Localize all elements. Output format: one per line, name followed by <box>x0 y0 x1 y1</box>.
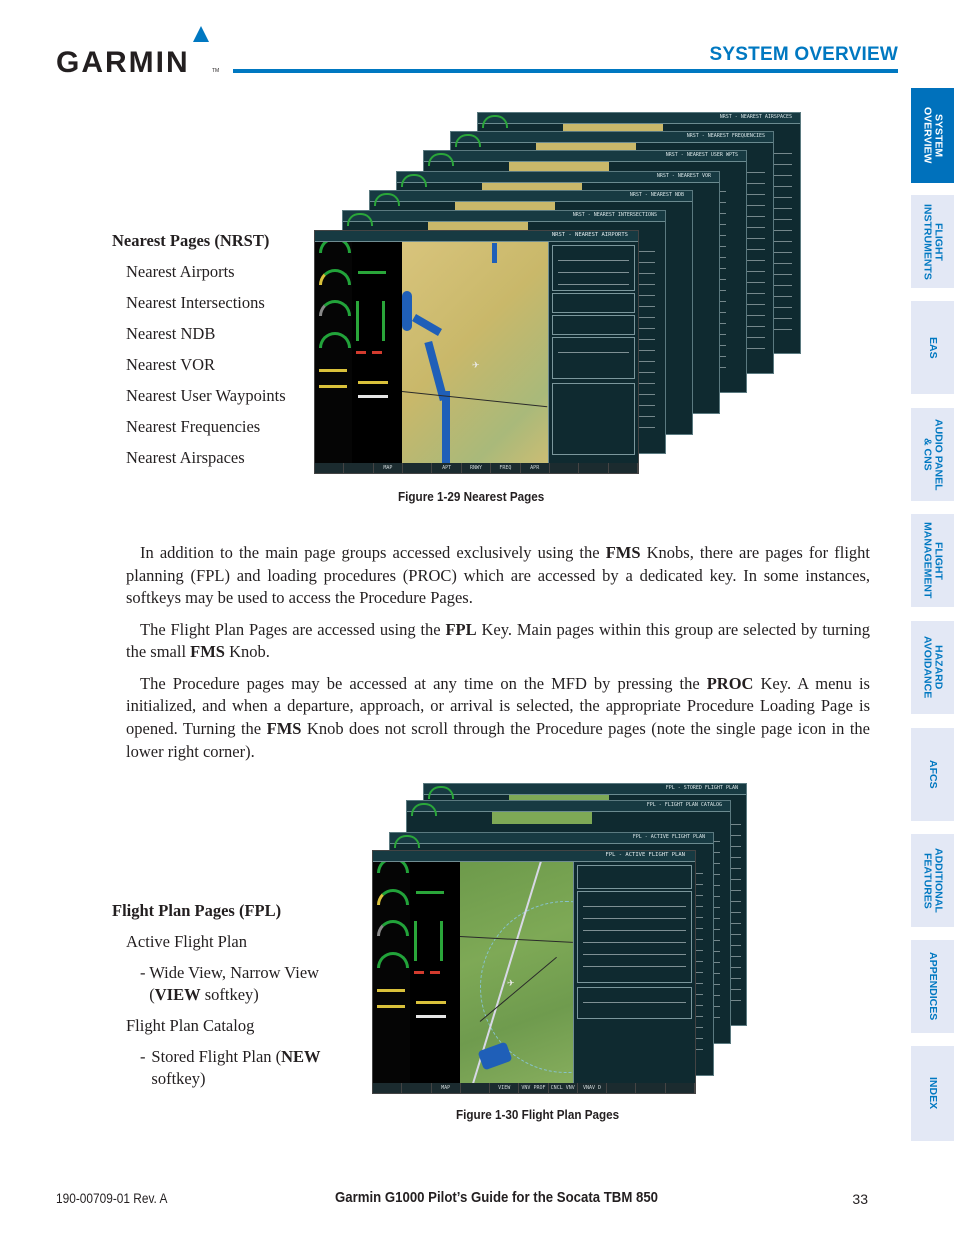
softkey-bar: MAP VIEW VNV PROF CNCL VNV VNAV D <box>373 1083 695 1093</box>
softkey <box>579 463 609 473</box>
paragraph-3: The Procedure pages may be accessed at a… <box>126 673 870 761</box>
document-number: 190-00709-01 Rev. A <box>56 1191 168 1206</box>
softkey-apt: APT <box>432 463 462 473</box>
figure-1-30-caption: Figure 1-30 Flight Plan Pages <box>456 1107 620 1122</box>
nearest-airports-panel <box>548 241 638 463</box>
softkey-rnwy: RNWY <box>461 463 492 473</box>
tab-appendices[interactable]: APPENDICES <box>911 940 954 1033</box>
flight-plan-pages-list: Flight Plan Pages (FPL) Active Flight Pl… <box>112 895 337 1094</box>
softkey <box>403 463 433 473</box>
paragraph-1: In addition to the main page groups acce… <box>126 543 870 608</box>
page-number: 33 <box>852 1191 868 1207</box>
list-item: Nearest Airports <box>126 262 235 281</box>
engine-indication-strip <box>373 851 411 1083</box>
softkey <box>344 463 374 473</box>
softkey <box>636 1083 666 1093</box>
engine-indication-strip <box>315 231 353 463</box>
navigation-map: ✈ <box>460 861 573 1083</box>
softkey <box>607 1083 637 1093</box>
softkey <box>665 1083 695 1093</box>
paragraph-2: The Flight Plan Pages are accessed using… <box>126 619 870 662</box>
nearest-pages-heading: Nearest Pages (NRST) <box>112 231 270 250</box>
logo-trademark: TM <box>212 68 220 74</box>
screen-active-flight-plan: ✈ FPL - ACTIVE FLIGHT PLAN MAP VIEW VNV … <box>372 850 696 1094</box>
document-title: Garmin G1000 Pilot’s Guide for the Socat… <box>335 1189 659 1206</box>
softkey-vnav-direct: VNAV D <box>577 1083 608 1093</box>
navigation-map: ✈ <box>402 241 548 463</box>
tab-afcs[interactable]: AFCS <box>911 728 954 821</box>
figure-1-29-caption: Figure 1-29 Nearest Pages <box>398 489 545 504</box>
tab-system-overview[interactable]: SYSTEM OVERVIEW <box>911 88 954 183</box>
tab-flight-management[interactable]: FLIGHT MANAGEMENT <box>911 514 954 607</box>
logo-text: GARMIN <box>56 46 190 79</box>
softkey <box>549 463 580 473</box>
softkey-map: MAP <box>373 463 404 473</box>
list-item: Nearest User Waypoints <box>126 386 286 405</box>
flight-plan-pages-heading: Flight Plan Pages (FPL) <box>112 901 282 920</box>
list-item: Nearest Intersections <box>126 293 265 312</box>
tab-flight-instruments[interactable]: FLIGHT INSTRUMENTS <box>911 195 954 288</box>
section-title: SYSTEM OVERVIEW <box>709 44 898 65</box>
aircraft-icon: ✈ <box>472 360 480 370</box>
logo-triangle-icon <box>193 26 209 42</box>
tab-audio-panel-cns[interactable]: AUDIO PANEL & CNS <box>911 408 954 501</box>
list-item: Active Flight Plan <box>126 932 247 951</box>
screen-title: NRST - NEAREST AIRPORTS <box>551 232 628 238</box>
list-subitem: - Stored Flight Plan (NEW softkey) <box>140 1047 321 1088</box>
softkey-bar: MAP APT RNWY FREQ APR <box>315 463 638 473</box>
softkey-vnv-prof: VNV PROF <box>519 1083 549 1093</box>
softkey <box>460 1083 491 1093</box>
softkey-apr: APR <box>520 463 550 473</box>
softkey-cncl-vnv: CNCL VNV <box>548 1083 578 1093</box>
softkey-freq: FREQ <box>491 463 521 473</box>
tab-hazard-avoidance[interactable]: HAZARD AVOIDANCE <box>911 621 954 714</box>
tab-additional-features[interactable]: ADDITIONAL FEATURES <box>911 834 954 927</box>
softkey <box>402 1083 432 1093</box>
screen-nearest-airports: ✈ NRST - NEAREST AIRPORTS MAP APT RNWY F… <box>314 230 639 474</box>
list-subitem: - Wide View, Narrow View (VIEW softkey) <box>140 963 320 1004</box>
list-item: Nearest NDB <box>126 324 216 343</box>
softkey <box>608 463 638 473</box>
list-item: Nearest Frequencies <box>126 417 261 436</box>
softkey-map: MAP <box>431 1083 461 1093</box>
aircraft-icon: ✈ <box>507 978 515 988</box>
garmin-logo: GARMIN TM <box>56 26 226 79</box>
system-indication-strip <box>352 231 403 463</box>
screen-title: FPL - ACTIVE FLIGHT PLAN <box>605 852 685 858</box>
header-rule <box>233 69 898 73</box>
tab-index[interactable]: INDEX <box>911 1046 954 1141</box>
list-item: Nearest Airspaces <box>126 448 245 467</box>
system-indication-strip <box>410 851 461 1083</box>
softkey <box>373 1083 403 1093</box>
nearest-pages-list: Nearest Pages (NRST) Nearest Airports Ne… <box>112 225 286 473</box>
softkey-view: VIEW <box>490 1083 520 1093</box>
softkey <box>315 463 345 473</box>
body-text: In addition to the main page groups acce… <box>126 542 870 772</box>
list-item: Nearest VOR <box>126 355 216 374</box>
active-flight-plan-panel <box>573 861 695 1083</box>
tab-eas[interactable]: EAS <box>911 301 954 394</box>
list-item: Flight Plan Catalog <box>126 1016 255 1035</box>
